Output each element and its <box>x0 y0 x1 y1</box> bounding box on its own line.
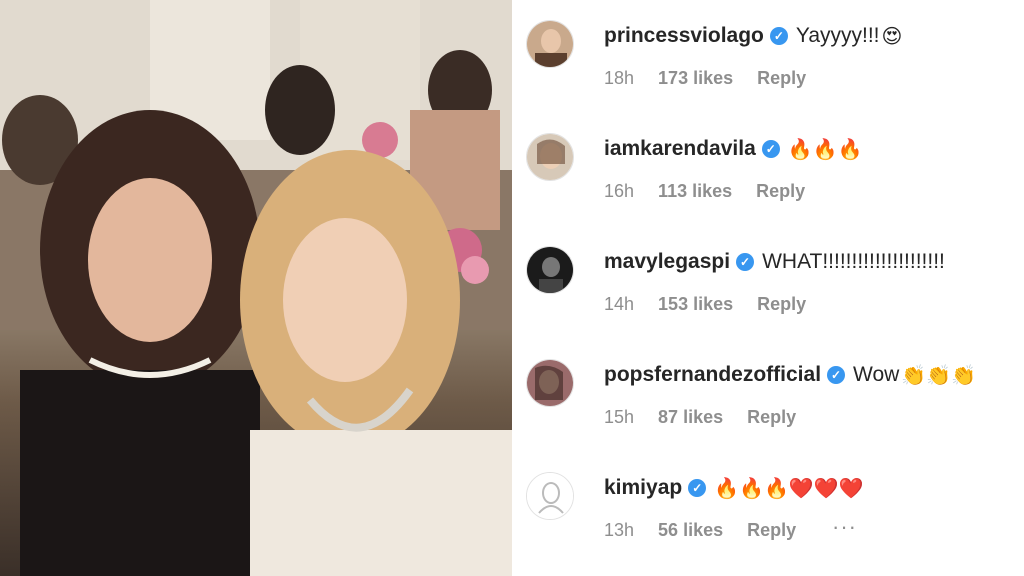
username[interactable]: kimiyap <box>604 476 682 500</box>
emoji: 🔥🔥🔥 <box>787 137 863 161</box>
likes-count[interactable]: 87 likes <box>658 407 723 428</box>
reply-button[interactable]: Reply <box>747 407 796 428</box>
comment-meta: 18h 173 likes Reply <box>604 68 806 89</box>
comment-line: kimiyap ✓ 🔥🔥🔥❤️❤️❤️ <box>604 476 864 500</box>
verified-badge-icon: ✓ <box>736 253 755 271</box>
comment-line: mavylegaspi ✓ WHAT!!!!!!!!!!!!!!!!!!!!! <box>604 250 945 274</box>
comment-item: popsfernandezofficial ✓ Wow 👏👏👏 15h 87 l… <box>512 339 1024 451</box>
username[interactable]: popsfernandezofficial <box>604 363 821 387</box>
username[interactable]: iamkarendavila <box>604 137 756 161</box>
avatar[interactable] <box>526 133 574 181</box>
more-options-icon[interactable]: ··· <box>832 514 857 540</box>
photo-illustration <box>0 0 512 576</box>
comment-text: WHAT!!!!!!!!!!!!!!!!!!!!! <box>762 250 945 273</box>
avatar[interactable] <box>526 20 574 68</box>
emoji: 👏👏👏 <box>901 363 977 387</box>
reply-button[interactable]: Reply <box>757 68 806 89</box>
avatar[interactable] <box>526 472 574 520</box>
comment-meta: 14h 153 likes Reply <box>604 294 806 315</box>
comment-meta: 13h 56 likes Reply <box>604 520 796 541</box>
username[interactable]: princessviolago <box>604 24 764 48</box>
timestamp: 16h <box>604 181 635 201</box>
likes-count[interactable]: 153 likes <box>658 294 733 315</box>
avatar[interactable] <box>526 246 574 294</box>
comment-line: princessviolago ✓ Yayyyy!!! 😍 <box>604 24 902 48</box>
username[interactable]: mavylegaspi <box>604 250 730 274</box>
verified-badge-icon: ✓ <box>761 140 780 158</box>
emoji: 🔥🔥🔥❤️❤️❤️ <box>714 476 864 500</box>
comment-item: iamkarendavila ✓ 🔥🔥🔥 16h 113 likes Reply <box>512 113 1024 225</box>
likes-count[interactable]: 113 likes <box>658 181 732 202</box>
likes-count[interactable]: 173 likes <box>658 68 733 89</box>
verified-badge-icon: ✓ <box>769 27 788 45</box>
comment-item: princessviolago ✓ Yayyyy!!! 😍 18h 173 li… <box>512 0 1024 112</box>
comment-meta: 15h 87 likes Reply <box>604 407 796 428</box>
comment-text: Wow <box>853 363 900 386</box>
reply-button[interactable]: Reply <box>757 294 806 315</box>
verified-badge-icon: ✓ <box>688 479 707 497</box>
comment-line: popsfernandezofficial ✓ Wow 👏👏👏 <box>604 363 976 387</box>
comment-meta: 16h 113 likes Reply <box>604 181 805 202</box>
comment-text: Yayyyy!!! <box>795 24 880 47</box>
emoji: 😍 <box>881 24 903 48</box>
likes-count[interactable]: 56 likes <box>658 520 723 541</box>
timestamp: 13h <box>604 520 635 540</box>
reply-button[interactable]: Reply <box>756 181 805 202</box>
avatar[interactable] <box>526 359 574 407</box>
timestamp: 18h <box>604 68 635 88</box>
comments-panel: princessviolago ✓ Yayyyy!!! 😍 18h 173 li… <box>512 0 1024 576</box>
reply-button[interactable]: Reply <box>747 520 796 541</box>
comment-item: mavylegaspi ✓ WHAT!!!!!!!!!!!!!!!!!!!!! … <box>512 226 1024 338</box>
timestamp: 14h <box>604 294 635 314</box>
verified-badge-icon: ✓ <box>827 366 846 384</box>
comment-line: iamkarendavila ✓ 🔥🔥🔥 <box>604 137 862 161</box>
event-photo <box>0 0 512 576</box>
timestamp: 15h <box>604 407 635 427</box>
comment-item: kimiyap ✓ 🔥🔥🔥❤️❤️❤️ 13h 56 likes Reply ·… <box>512 452 1024 564</box>
